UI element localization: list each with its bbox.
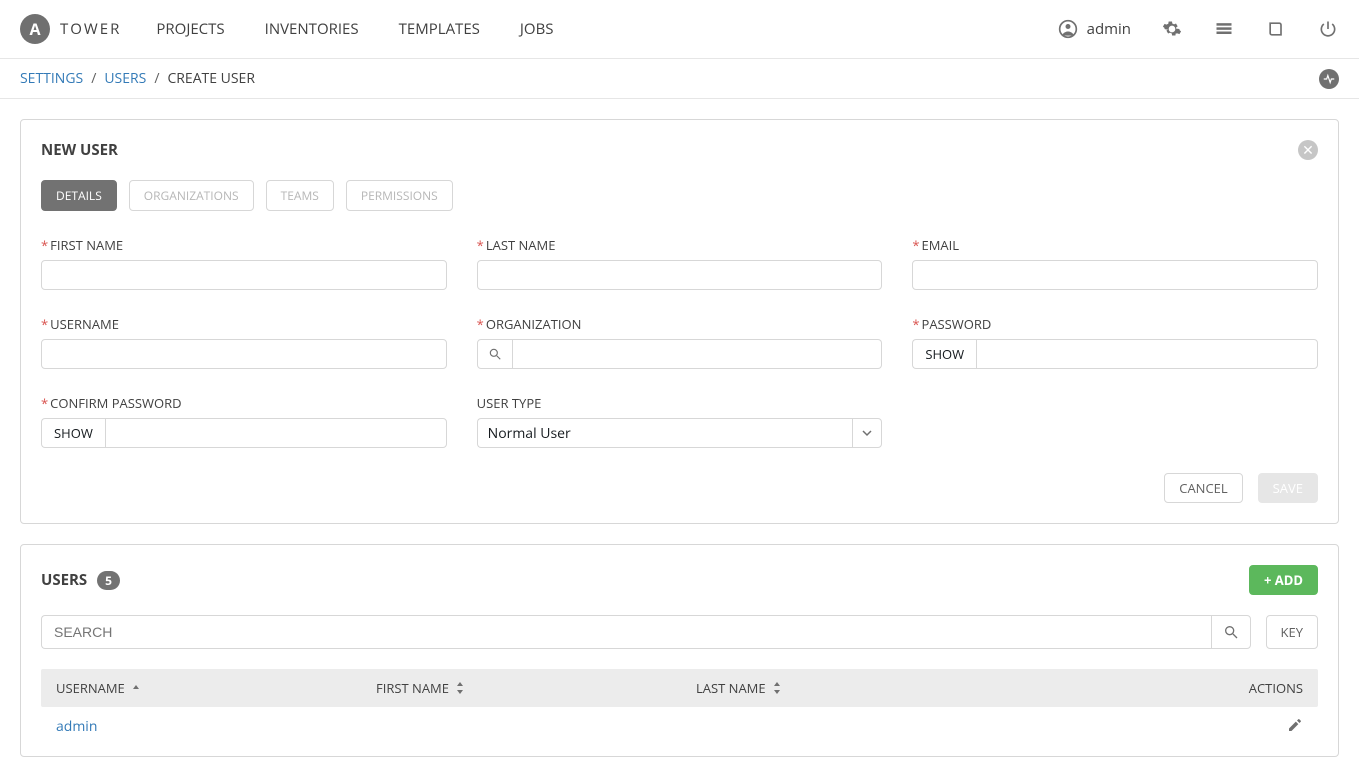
tab-teams: TEAMS	[266, 180, 334, 211]
show-confirm-password-button[interactable]: SHOW	[41, 418, 105, 448]
brand-text: TOWER	[60, 19, 121, 39]
form-tabs: DETAILS ORGANIZATIONS TEAMS PERMISSIONS	[41, 180, 1318, 211]
field-email: *EMAIL	[912, 236, 1318, 290]
row-last-name	[696, 717, 1183, 736]
label-last-name: LAST NAME	[486, 236, 556, 254]
users-panel: USERS 5 + ADD KEY USERNAME FIRST N	[20, 544, 1339, 757]
nav-jobs[interactable]: JOBS	[520, 19, 554, 39]
nav-user-name: admin	[1087, 19, 1131, 39]
label-user-type: USER TYPE	[477, 394, 542, 412]
nav-current-user[interactable]: admin	[1057, 18, 1131, 40]
users-count-badge: 5	[97, 571, 120, 590]
label-organization: ORGANIZATION	[486, 315, 582, 333]
username-input[interactable]	[41, 339, 447, 369]
field-username: *USERNAME	[41, 315, 447, 369]
brand-logo-icon: A	[20, 14, 50, 44]
first-name-input[interactable]	[41, 260, 447, 290]
caret-down-icon[interactable]	[852, 418, 882, 448]
label-username: USERNAME	[50, 315, 119, 333]
field-password: *PASSWORD SHOW	[912, 315, 1318, 369]
close-icon[interactable]: ✕	[1298, 140, 1318, 160]
password-input[interactable]	[976, 339, 1318, 369]
last-name-input[interactable]	[477, 260, 883, 290]
row-username-link[interactable]: admin	[56, 717, 97, 736]
primary-nav: PROJECTS INVENTORIES TEMPLATES JOBS	[156, 19, 553, 39]
breadcrumb: SETTINGS / USERS / CREATE USER	[0, 59, 1359, 99]
label-confirm-password: CONFIRM PASSWORD	[50, 394, 181, 412]
confirm-password-input[interactable]	[105, 418, 447, 448]
breadcrumb-users[interactable]: USERS	[104, 69, 146, 88]
edit-icon[interactable]	[1287, 717, 1303, 736]
users-search-input[interactable]	[41, 615, 1211, 649]
email-input[interactable]	[912, 260, 1318, 290]
label-email: EMAIL	[922, 236, 960, 254]
field-organization: *ORGANIZATION	[477, 315, 883, 369]
label-first-name: FIRST NAME	[50, 236, 123, 254]
search-icon[interactable]	[477, 339, 513, 369]
book-icon[interactable]	[1265, 18, 1287, 40]
panel-title: NEW USER	[41, 140, 1318, 160]
user-type-value: Normal User	[477, 418, 853, 448]
field-confirm-password: *CONFIRM PASSWORD SHOW	[41, 394, 447, 448]
breadcrumb-settings[interactable]: SETTINGS	[20, 69, 83, 88]
col-last-name[interactable]: LAST NAME	[696, 679, 1183, 697]
nav-templates[interactable]: TEMPLATES	[399, 19, 480, 39]
save-button: SAVE	[1258, 473, 1318, 503]
label-password: PASSWORD	[922, 315, 992, 333]
users-title: USERS	[41, 570, 87, 590]
row-first-name	[376, 717, 696, 736]
breadcrumb-current: CREATE USER	[167, 69, 255, 88]
field-user-type: USER TYPE Normal User	[477, 394, 883, 448]
user-type-select[interactable]: Normal User	[477, 418, 883, 448]
tab-organizations: ORGANIZATIONS	[129, 180, 254, 211]
user-icon	[1057, 18, 1079, 40]
gear-icon[interactable]	[1161, 18, 1183, 40]
search-icon[interactable]	[1211, 615, 1251, 649]
add-user-button[interactable]: + ADD	[1249, 565, 1318, 595]
field-first-name: *FIRST NAME	[41, 236, 447, 290]
brand[interactable]: A TOWER	[20, 14, 121, 44]
cancel-button[interactable]: CANCEL	[1164, 473, 1242, 503]
sort-asc-icon	[131, 683, 141, 693]
nav-projects[interactable]: PROJECTS	[156, 19, 224, 39]
tab-details[interactable]: DETAILS	[41, 180, 117, 211]
show-password-button[interactable]: SHOW	[912, 339, 976, 369]
tab-permissions: PERMISSIONS	[346, 180, 453, 211]
key-button[interactable]: KEY	[1266, 615, 1318, 649]
top-nav: A TOWER PROJECTS INVENTORIES TEMPLATES J…	[0, 0, 1359, 59]
activity-icon[interactable]	[1319, 69, 1339, 89]
breadcrumb-sep: /	[154, 69, 159, 88]
power-icon[interactable]	[1317, 18, 1339, 40]
field-last-name: *LAST NAME	[477, 236, 883, 290]
nav-inventories[interactable]: INVENTORIES	[265, 19, 359, 39]
table-row: admin	[41, 707, 1318, 746]
new-user-panel: NEW USER ✕ DETAILS ORGANIZATIONS TEAMS P…	[20, 119, 1339, 524]
col-actions: ACTIONS	[1183, 679, 1303, 697]
stack-icon[interactable]	[1213, 18, 1235, 40]
users-table: USERNAME FIRST NAME LAST NAME ACTIONS ad…	[41, 669, 1318, 746]
organization-input[interactable]	[513, 339, 883, 369]
sort-icon	[455, 682, 465, 694]
col-username[interactable]: USERNAME	[56, 679, 376, 697]
col-first-name[interactable]: FIRST NAME	[376, 679, 696, 697]
breadcrumb-sep: /	[91, 69, 96, 88]
sort-icon	[772, 682, 782, 694]
